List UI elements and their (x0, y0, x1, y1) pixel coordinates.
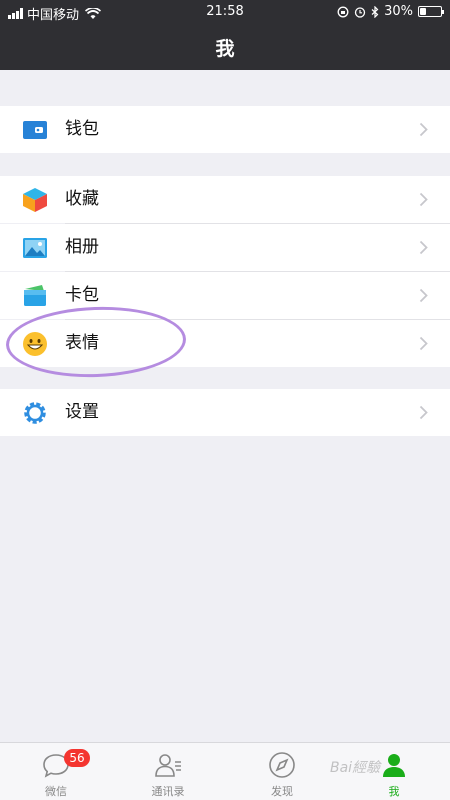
chevron-right-icon (419, 405, 428, 420)
chevron-right-icon (419, 122, 428, 137)
tab-discover[interactable]: 发现 (226, 743, 338, 800)
menu-label-settings: 设置 (65, 402, 99, 422)
menu-item-favorites[interactable]: 收藏 (0, 176, 450, 223)
tab-contacts[interactable]: 通讯录 (112, 743, 224, 800)
tab-label-contacts: 通讯录 (151, 785, 185, 798)
watermark: Bai經驗 (330, 760, 381, 776)
chevron-right-icon (419, 288, 428, 303)
menu-item-album[interactable]: 相册 (0, 224, 450, 271)
bluetooth-icon (371, 5, 379, 18)
chevron-right-icon (419, 192, 428, 207)
tab-label-discover: 发现 (271, 785, 293, 798)
status-right: 30% (337, 4, 444, 19)
menu-item-wallet[interactable]: 钱包 (0, 106, 450, 153)
chevron-right-icon (419, 336, 428, 351)
tab-label-me: 我 (388, 785, 400, 798)
orientation-lock-icon (337, 6, 349, 17)
menu-label-album: 相册 (65, 237, 99, 257)
page-title: 我 (215, 38, 235, 60)
tab-label-chats: 微信 (45, 785, 67, 798)
contacts-icon (155, 754, 181, 777)
card-pack-icon (24, 285, 46, 306)
menu-label-favorites: 收藏 (65, 189, 99, 209)
favorites-cube-icon (23, 188, 47, 212)
menu-item-settings[interactable]: 设置 (0, 389, 450, 436)
tab-chats[interactable]: 56 微信 (0, 743, 112, 800)
battery-icon (418, 6, 444, 17)
person-icon (383, 754, 405, 777)
unread-badge: 56 (64, 749, 90, 767)
wallet-icon (23, 121, 47, 139)
top-bar: 中国移动 21:58 30% 我 (0, 0, 450, 70)
battery-level (420, 8, 426, 15)
gear-icon (24, 402, 46, 424)
menu-label-wallet: 钱包 (65, 119, 99, 139)
tab-bar: 56 微信 通讯录 发现 我 Bai經驗 (0, 742, 450, 800)
status-bar: 中国移动 21:58 30% (0, 0, 450, 24)
battery-percent: 30% (384, 4, 413, 19)
compass-icon (269, 752, 295, 778)
chevron-right-icon (419, 240, 428, 255)
album-icon (23, 238, 47, 258)
alarm-icon (354, 6, 366, 18)
